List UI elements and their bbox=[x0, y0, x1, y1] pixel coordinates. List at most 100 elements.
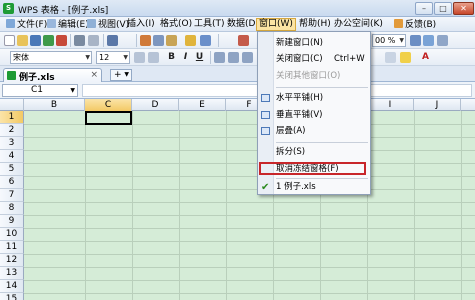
menu-item-new-window[interactable]: 新建窗口(N) bbox=[258, 36, 370, 50]
format-painter-icon[interactable] bbox=[185, 35, 196, 46]
undo-icon[interactable] bbox=[200, 35, 211, 46]
open-folder-icon[interactable] bbox=[17, 35, 28, 46]
cut-icon[interactable] bbox=[140, 35, 151, 46]
menu-item-close-other-windows: 关闭其他窗口(O) bbox=[276, 71, 341, 81]
align-right-icon[interactable] bbox=[242, 52, 253, 63]
insert-row-icon[interactable] bbox=[238, 35, 249, 46]
feedback-icon bbox=[394, 19, 403, 28]
column-header-i[interactable]: I bbox=[367, 99, 414, 111]
wps-spreadsheet-icon: S bbox=[3, 3, 14, 14]
spellcheck-icon[interactable] bbox=[107, 35, 118, 46]
menu-item-window-1[interactable]: ✔ 1 例子.xls bbox=[258, 180, 370, 194]
select-all-corner[interactable] bbox=[0, 99, 24, 111]
grid-line bbox=[24, 150, 475, 151]
menu-item-close-window[interactable]: 关闭窗口(C) Ctrl+W bbox=[258, 52, 370, 66]
menu-office-space[interactable]: 办公空间(K) bbox=[332, 19, 385, 31]
row-header-12[interactable]: 12 bbox=[0, 254, 24, 267]
menu-item-tile-vertical[interactable]: 垂直平铺(V) bbox=[258, 108, 370, 122]
close-tab-icon[interactable]: × bbox=[90, 70, 98, 80]
active-cell-c1[interactable] bbox=[85, 111, 132, 125]
document-tab[interactable]: 例子.xls × bbox=[3, 68, 102, 83]
grid-line bbox=[24, 267, 475, 268]
new-tab-button[interactable]: + ▼ bbox=[110, 69, 132, 81]
row-header-1[interactable]: 1 bbox=[0, 111, 24, 124]
maximize-button[interactable]: □ bbox=[434, 2, 452, 15]
row-header-5[interactable]: 5 bbox=[0, 163, 24, 176]
menu-separator bbox=[276, 142, 368, 143]
row-header-3[interactable]: 3 bbox=[0, 137, 24, 150]
shrink-font-icon[interactable] bbox=[148, 52, 159, 63]
menu-format[interactable]: 格式(O) bbox=[158, 19, 194, 31]
menu-insert[interactable]: 插入(I) bbox=[125, 19, 157, 31]
standard-toolbar: 00 % ▼ bbox=[0, 32, 475, 49]
row-header-11[interactable]: 11 bbox=[0, 241, 24, 254]
menu-item-cascade[interactable]: 层叠(A) bbox=[258, 124, 370, 138]
minimize-button[interactable]: – bbox=[415, 2, 433, 15]
column-header-e[interactable]: E bbox=[179, 99, 226, 111]
font-name-select[interactable]: 宋体 ▼ bbox=[10, 51, 92, 64]
row-header-7[interactable]: 7 bbox=[0, 189, 24, 202]
column-header-d[interactable]: D bbox=[132, 99, 179, 111]
align-center-icon[interactable] bbox=[228, 52, 239, 63]
row-header-14[interactable]: 14 bbox=[0, 280, 24, 293]
toolbar-separator bbox=[210, 51, 211, 64]
print-icon[interactable] bbox=[74, 35, 85, 46]
row-header-6[interactable]: 6 bbox=[0, 176, 24, 189]
menu-item-tile-horizontal[interactable]: 水平平铺(H) bbox=[258, 91, 370, 105]
print-preview-icon[interactable] bbox=[88, 35, 99, 46]
underline-button[interactable]: U bbox=[194, 52, 205, 63]
file-menu-icon bbox=[6, 19, 15, 28]
font-size-select[interactable]: 12 ▼ bbox=[96, 51, 130, 64]
document-tab-bar: 例子.xls × + ▼ bbox=[0, 66, 475, 83]
row-header-2[interactable]: 2 bbox=[0, 124, 24, 137]
menu-file[interactable]: 文件(F) bbox=[4, 19, 49, 31]
row-header-9[interactable]: 9 bbox=[0, 215, 24, 228]
grid-line bbox=[24, 137, 475, 138]
copy-icon[interactable] bbox=[153, 35, 164, 46]
paste-icon[interactable] bbox=[166, 35, 177, 46]
row-header-13[interactable]: 13 bbox=[0, 267, 24, 280]
zoom-select[interactable]: 00 % ▼ bbox=[372, 34, 406, 47]
fill-color-icon[interactable] bbox=[400, 52, 411, 63]
menu-tools[interactable]: 工具(T) bbox=[192, 19, 227, 31]
toolbar-separator bbox=[136, 34, 137, 47]
font-color-button[interactable]: A bbox=[420, 52, 431, 63]
new-document-icon[interactable] bbox=[4, 35, 15, 46]
spreadsheet-grid[interactable]: B C D E F G H I J 1 2 3 4 5 6 7 8 9 10 1… bbox=[0, 99, 475, 300]
export-icon[interactable] bbox=[43, 35, 54, 46]
ask-icon[interactable] bbox=[423, 35, 434, 46]
column-header-c[interactable]: C bbox=[85, 99, 132, 111]
toolbar-options-icon[interactable] bbox=[437, 35, 448, 46]
italic-button[interactable]: I bbox=[180, 52, 191, 63]
name-box[interactable]: C1 ▼ bbox=[2, 84, 78, 97]
cascade-icon bbox=[261, 127, 270, 135]
row-header-15[interactable]: 15 bbox=[0, 293, 24, 300]
bold-button[interactable]: B bbox=[166, 52, 177, 63]
help-icon[interactable] bbox=[410, 35, 421, 46]
column-header-b[interactable]: B bbox=[24, 99, 85, 111]
close-button[interactable]: ✕ bbox=[453, 2, 474, 15]
row-header-8[interactable]: 8 bbox=[0, 202, 24, 215]
menu-item-split[interactable]: 拆分(S) bbox=[258, 145, 370, 159]
grid-line bbox=[24, 280, 475, 281]
title-bar: S WPS 表格 - [例子.xls] – □ ✕ bbox=[0, 0, 475, 17]
row-header-4[interactable]: 4 bbox=[0, 150, 24, 163]
grid-line bbox=[226, 111, 227, 300]
pdf-icon[interactable] bbox=[56, 35, 67, 46]
toolbar-separator bbox=[70, 34, 71, 47]
menu-edit[interactable]: 编辑(E) bbox=[45, 19, 91, 31]
save-icon[interactable] bbox=[30, 35, 41, 46]
border-icon[interactable] bbox=[385, 52, 396, 63]
column-header-j[interactable]: J bbox=[414, 99, 461, 111]
grid-line bbox=[24, 293, 475, 294]
menu-help[interactable]: 帮助(H) bbox=[297, 19, 333, 31]
menu-window[interactable]: 窗口(W) bbox=[256, 18, 296, 31]
grid-line bbox=[24, 163, 475, 164]
row-header-10[interactable]: 10 bbox=[0, 228, 24, 241]
spreadsheet-file-icon bbox=[7, 71, 16, 80]
grid-line bbox=[24, 215, 475, 216]
menu-feedback[interactable]: 反馈(B) bbox=[392, 19, 438, 31]
checkmark-icon: ✔ bbox=[261, 182, 270, 193]
align-left-icon[interactable] bbox=[214, 52, 225, 63]
grow-font-icon[interactable] bbox=[134, 52, 145, 63]
